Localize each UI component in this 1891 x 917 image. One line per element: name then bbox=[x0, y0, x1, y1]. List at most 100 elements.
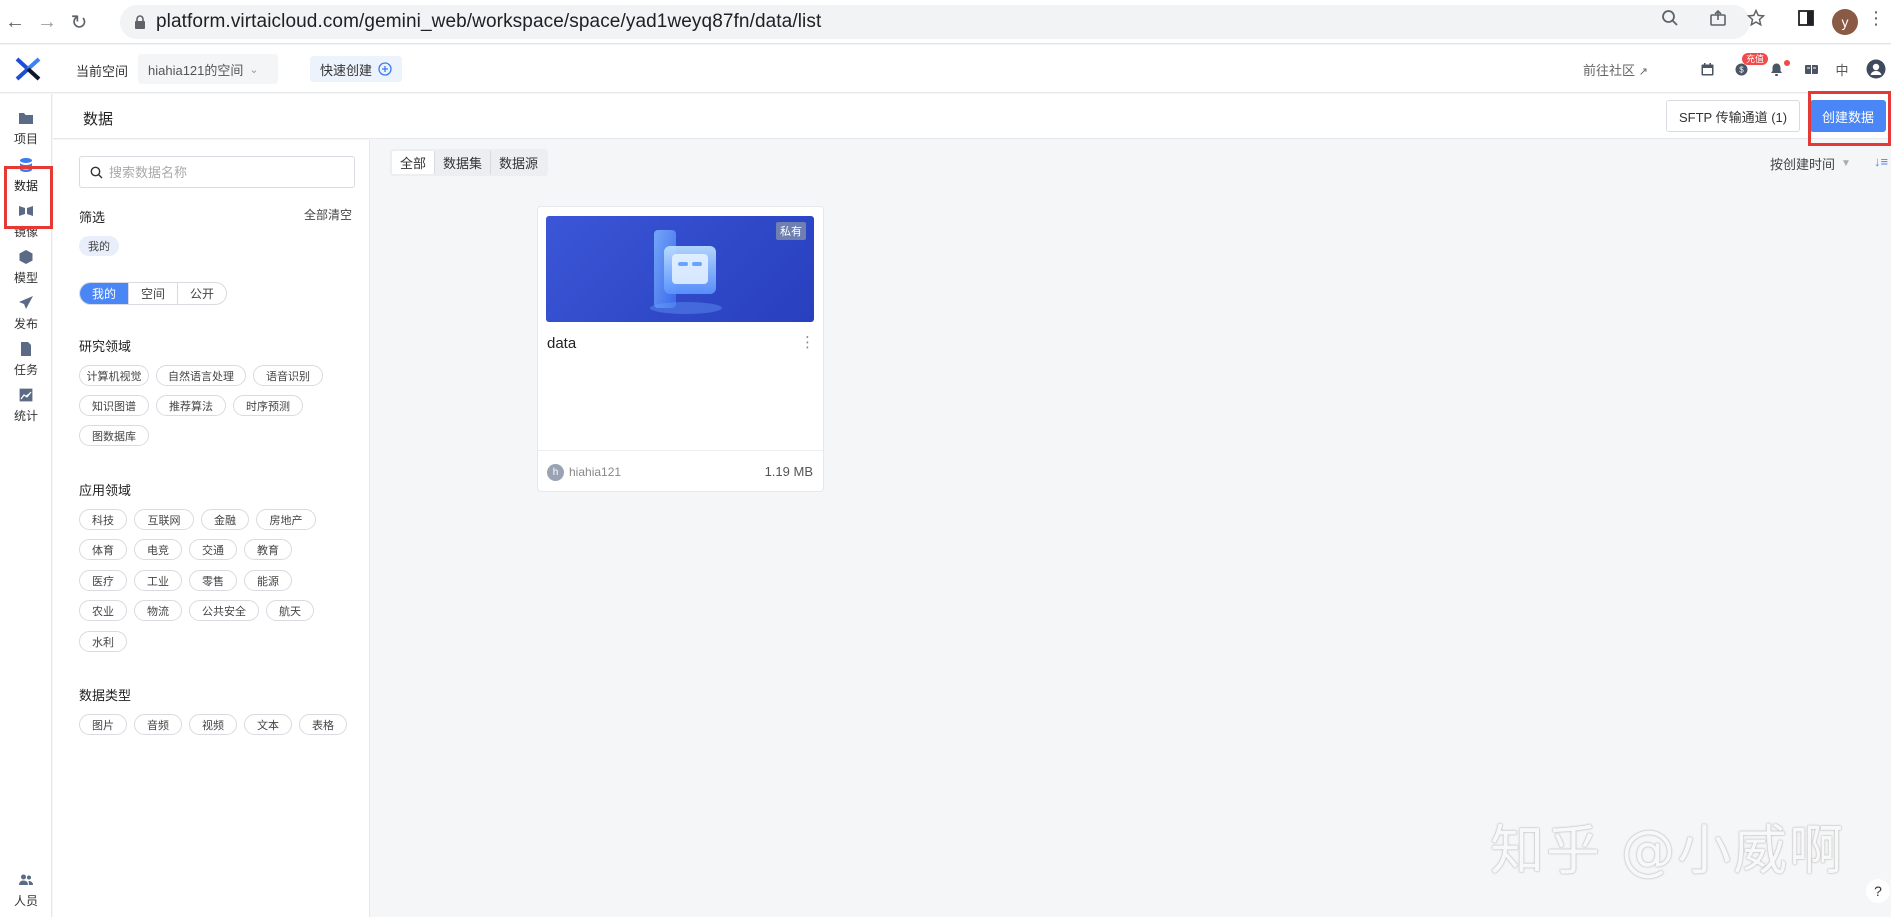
page-header: 数据 SFTP 传输通道 (1) 创建数据 bbox=[53, 94, 1891, 139]
application-tag[interactable]: 零售 bbox=[189, 570, 237, 591]
research-tag[interactable]: 知识图谱 bbox=[79, 395, 149, 416]
nav-item-tasks[interactable]: 任务 bbox=[0, 334, 52, 384]
sort-dropdown[interactable]: 按创建时间 ▼ bbox=[1770, 154, 1851, 173]
space-selector[interactable]: hiahia121的空间 ⌄ bbox=[138, 54, 278, 84]
application-tag[interactable]: 互联网 bbox=[134, 509, 194, 530]
application-tag[interactable]: 科技 bbox=[79, 509, 127, 530]
tab-datasets[interactable]: 数据集 bbox=[435, 151, 492, 174]
application-tag[interactable]: 交通 bbox=[189, 539, 237, 560]
application-tag[interactable]: 工业 bbox=[134, 570, 182, 591]
forward-icon[interactable]: → bbox=[34, 9, 60, 35]
sftp-channel-button[interactable]: SFTP 传输通道 (1) bbox=[1666, 100, 1801, 132]
plus-circle-icon bbox=[378, 62, 392, 76]
nav-item-members[interactable]: 人员 bbox=[0, 865, 52, 915]
application-tag[interactable]: 房地产 bbox=[256, 509, 316, 530]
nav-item-statistics[interactable]: 统计 bbox=[0, 380, 52, 430]
research-tag[interactable]: 时序预测 bbox=[233, 395, 303, 416]
application-tag[interactable]: 物流 bbox=[134, 600, 182, 621]
data-card-title[interactable]: data bbox=[547, 335, 576, 352]
browser-toolbar: ← → ↻ platform.virtaicloud.com/gemini_we… bbox=[0, 0, 1891, 44]
data-type-tabs: 全部 数据集 数据源 bbox=[390, 149, 549, 176]
help-button[interactable]: ? bbox=[1866, 879, 1890, 903]
data-type-tag[interactable]: 视频 bbox=[189, 714, 237, 735]
nav-label: 任务 bbox=[13, 362, 38, 377]
data-illustration-icon bbox=[650, 230, 722, 314]
application-tag[interactable]: 公共安全 bbox=[189, 600, 259, 621]
back-icon[interactable]: ← bbox=[2, 9, 28, 35]
zoom-icon[interactable] bbox=[1660, 8, 1680, 28]
application-tag[interactable]: 农业 bbox=[79, 600, 127, 621]
application-tag[interactable]: 电竞 bbox=[134, 539, 182, 560]
url-text: platform.virtaicloud.com/gemini_web/work… bbox=[156, 11, 822, 32]
research-tag[interactable]: 图数据库 bbox=[79, 425, 149, 446]
nav-label: 发布 bbox=[13, 316, 38, 331]
application-tag[interactable]: 医疗 bbox=[79, 570, 127, 591]
scope-tab-space[interactable]: 空间 bbox=[129, 283, 179, 304]
quick-create-label: 快速创建 bbox=[320, 62, 373, 78]
data-type-tag[interactable]: 音频 bbox=[134, 714, 182, 735]
highlight-box-create-button bbox=[1808, 91, 1891, 146]
tab-datasources[interactable]: 数据源 bbox=[491, 151, 546, 174]
scope-segmented-control: 我的 空间 公开 bbox=[79, 282, 228, 305]
highlight-box-data-nav bbox=[4, 166, 53, 229]
chevron-down-icon: ⌄ bbox=[249, 63, 259, 76]
cube-icon bbox=[19, 249, 33, 264]
research-tag[interactable]: 语音识别 bbox=[253, 365, 323, 386]
page-title: 数据 bbox=[83, 111, 114, 128]
data-type-tag[interactable]: 文本 bbox=[244, 714, 292, 735]
reload-icon[interactable]: ↻ bbox=[66, 9, 92, 35]
chart-icon bbox=[18, 386, 34, 403]
application-tag[interactable]: 航天 bbox=[266, 600, 314, 621]
data-card-footer: h hiahia121 1.19 MB bbox=[538, 450, 823, 492]
task-icon bbox=[21, 341, 31, 356]
nav-item-models[interactable]: 模型 bbox=[0, 242, 52, 292]
application-tag[interactable]: 能源 bbox=[244, 570, 292, 591]
nav-label: 人员 bbox=[13, 893, 38, 908]
research-tag[interactable]: 计算机视觉 bbox=[79, 365, 149, 386]
platform-logo[interactable] bbox=[14, 55, 42, 83]
nav-label: 统计 bbox=[13, 408, 38, 423]
user-avatar-icon[interactable] bbox=[1866, 59, 1886, 79]
notification-dot bbox=[1784, 60, 1790, 66]
app-header: 当前空间 hiahia121的空间 ⌄ 快速创建 前往社区 ↗ $ 充值 中 bbox=[0, 45, 1891, 93]
selected-filter-chip[interactable]: 我的 bbox=[79, 236, 119, 256]
nav-item-publish[interactable]: 发布 bbox=[0, 288, 52, 338]
application-tag[interactable]: 金融 bbox=[201, 509, 249, 530]
community-link[interactable]: 前往社区 ↗ bbox=[1583, 60, 1648, 79]
charge-badge: 充值 bbox=[1742, 53, 1769, 65]
external-link-icon: ↗ bbox=[1638, 66, 1648, 78]
share-icon[interactable] bbox=[1708, 8, 1728, 28]
calendar-icon[interactable] bbox=[1697, 59, 1717, 79]
application-tag[interactable]: 水利 bbox=[79, 631, 127, 652]
tab-all[interactable]: 全部 bbox=[392, 151, 436, 174]
scope-tab-public[interactable]: 公开 bbox=[178, 283, 226, 304]
nav-item-projects[interactable]: 项目 bbox=[0, 103, 52, 153]
folder-icon bbox=[19, 112, 33, 124]
quick-create-button[interactable]: 快速创建 bbox=[310, 56, 403, 82]
application-tag[interactable]: 体育 bbox=[79, 539, 127, 560]
book-icon[interactable] bbox=[1801, 59, 1821, 79]
application-tag[interactable]: 教育 bbox=[244, 539, 292, 560]
research-tag[interactable]: 推荐算法 bbox=[156, 395, 226, 416]
filter-panel: 筛选 全部清空 我的 我的 空间 公开 研究领域 计算机视觉 自然语言处理 语音… bbox=[53, 140, 370, 917]
browser-menu-icon[interactable]: ⋮ bbox=[1866, 8, 1886, 28]
data-card[interactable]: 私有 data ⋮ h hiahia121 1.19 MB bbox=[537, 206, 824, 492]
owner-name: hiahia121 bbox=[569, 465, 622, 479]
address-bar[interactable]: platform.virtaicloud.com/gemini_web/work… bbox=[120, 5, 1750, 39]
more-options-icon[interactable]: ⋮ bbox=[800, 333, 815, 351]
visibility-badge: 私有 bbox=[776, 222, 806, 240]
language-switch[interactable]: 中 bbox=[1832, 59, 1852, 79]
scope-tab-mine[interactable]: 我的 bbox=[80, 283, 130, 304]
search-icon bbox=[90, 166, 103, 178]
sort-order-icon[interactable]: ↓≡ bbox=[1874, 154, 1888, 169]
data-type-tag[interactable]: 表格 bbox=[299, 714, 347, 735]
data-type-tag[interactable]: 图片 bbox=[79, 714, 127, 735]
side-panel-icon[interactable] bbox=[1796, 8, 1816, 28]
bell-icon[interactable] bbox=[1766, 59, 1786, 79]
research-tag[interactable]: 自然语言处理 bbox=[156, 365, 246, 386]
nav-label: 模型 bbox=[13, 270, 38, 285]
search-input[interactable] bbox=[109, 164, 339, 180]
bookmark-star-icon[interactable] bbox=[1746, 8, 1766, 28]
browser-profile-avatar[interactable]: y bbox=[1832, 9, 1858, 35]
clear-all-link[interactable]: 全部清空 bbox=[304, 206, 352, 223]
